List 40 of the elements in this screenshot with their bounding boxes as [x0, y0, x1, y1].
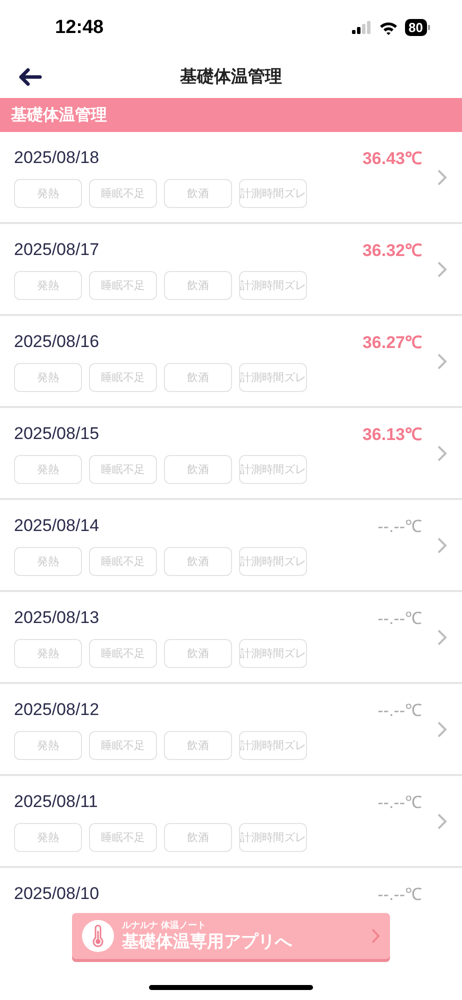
date-label: 2025/08/17: [14, 240, 100, 260]
back-arrow-icon: [18, 68, 42, 86]
back-button[interactable]: [18, 68, 42, 86]
screen-title: 基礎体温管理: [180, 66, 282, 88]
date-label: 2025/08/15: [14, 424, 100, 444]
app-banner[interactable]: ルナルナ 体温ノート 基礎体温専用アプリへ: [72, 913, 390, 959]
date-label: 2025/08/14: [14, 516, 100, 536]
date-label: 2025/08/11: [14, 792, 98, 812]
battery-icon: 80: [404, 19, 430, 36]
temperature-value: --.--℃: [378, 792, 422, 813]
banner-title: 基礎体温専用アプリへ: [122, 932, 294, 952]
temperature-value: 36.27℃: [362, 332, 422, 353]
date-label: 2025/08/13: [14, 608, 100, 628]
temperature-value: 36.13℃: [362, 424, 422, 445]
temperature-value: 36.32℃: [362, 240, 422, 261]
chevron-right-icon: [437, 168, 447, 186]
date-label: 2025/08/12: [14, 700, 100, 720]
temperature-value: --.--℃: [378, 608, 422, 629]
chevron-right-icon: [437, 536, 447, 554]
record-row[interactable]: 2025/08/10 --.--℃: [0, 868, 462, 910]
chevron-right-icon: [371, 928, 380, 944]
date-label: 2025/08/10: [14, 884, 100, 904]
temperature-value: 36.43℃: [362, 148, 422, 169]
signal-icon: [352, 21, 372, 34]
chevron-right-icon: [437, 628, 447, 646]
banner-subtitle: ルナルナ 体温ノート: [122, 920, 208, 932]
temperature-value: --.--℃: [378, 700, 422, 721]
chevron-right-icon: [437, 720, 447, 738]
date-label: 2025/08/16: [14, 332, 100, 352]
wifi-icon: [378, 20, 398, 34]
chevron-right-icon: [437, 352, 447, 370]
date-label: 2025/08/18: [14, 148, 100, 168]
section-header: 基礎体温管理: [0, 98, 462, 132]
chevron-right-icon: [437, 812, 447, 830]
chevron-right-icon: [437, 444, 447, 462]
thermometer-icon: [82, 920, 114, 952]
temperature-value: --.--℃: [378, 884, 422, 905]
chevron-right-icon: [437, 260, 447, 278]
temperature-value: --.--℃: [378, 516, 422, 537]
status-time: 12:48: [55, 16, 104, 38]
